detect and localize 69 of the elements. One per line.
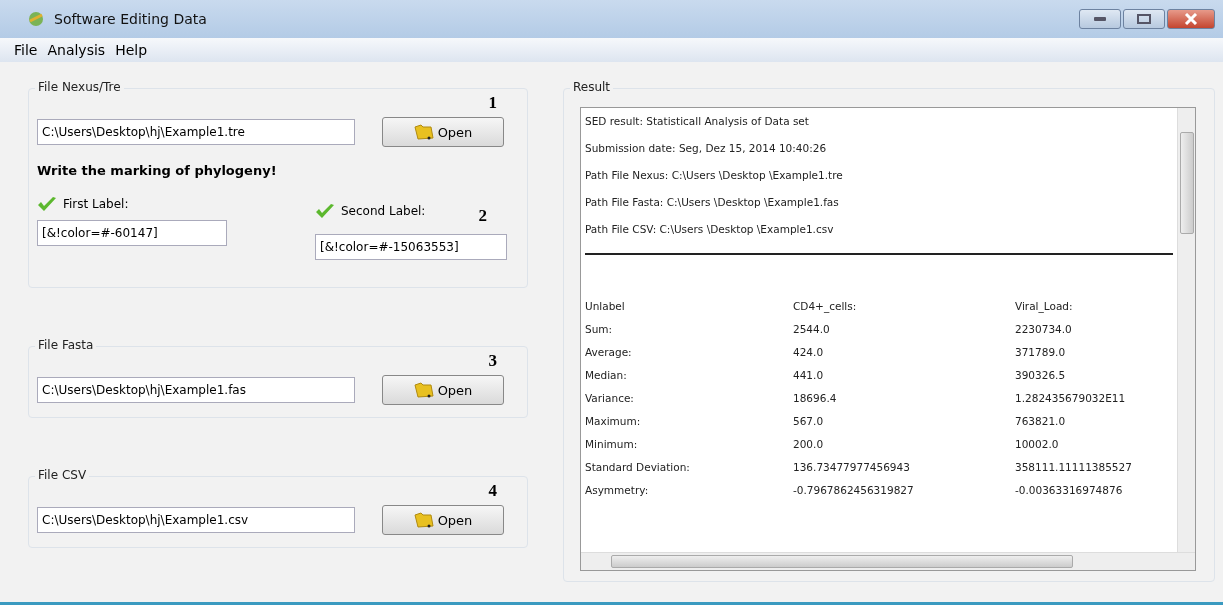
table-cell-text: 371789.0 (1015, 346, 1067, 358)
table-cell-text: 567.0 (792, 415, 825, 427)
maximize-button[interactable] (1123, 9, 1165, 29)
callout-number: 3 (488, 351, 497, 371)
open-button[interactable]: Open (382, 505, 504, 535)
field-label: First Label: (63, 197, 129, 211)
table-cell-text: 2544.0 (792, 323, 831, 335)
folder-icon (413, 512, 434, 528)
row-label: Maximum: (585, 415, 642, 427)
folder-icon (413, 382, 434, 398)
table-cell-text: 2230734.0 (1015, 323, 1073, 335)
group-title: File CSV (35, 468, 90, 482)
row-label: Standard Deviation: (585, 461, 691, 473)
open-button[interactable]: Open (382, 375, 504, 405)
minimize-button[interactable] (1079, 9, 1121, 29)
file-path-field[interactable]: C:\Users\Desktop\hj\Example1.csv (37, 507, 355, 533)
result-line: Path File Fasta: C:\Users \Desktop \Example1.fas (585, 195, 840, 210)
folder-icon (413, 124, 434, 140)
table-cell-text: 18696.4 (792, 392, 838, 404)
table-cell-text: 441.0 (792, 369, 825, 381)
table-cell-text: -0.7967862456319827 (792, 484, 915, 496)
table-cell-text: 136.73477977456943 (792, 461, 911, 473)
menu-item[interactable]: File (14, 42, 38, 58)
callout-number: 1 (488, 93, 497, 113)
window-title: Software Editing Data (54, 11, 207, 27)
table-cell-text: 1.282435679032E11 (1015, 392, 1127, 404)
column-header: Unlabel (585, 300, 626, 312)
open-button[interactable]: Open (382, 117, 504, 147)
file-path-field[interactable]: C:\Users\Desktop\hj\Example1.fas (37, 377, 355, 403)
label-field[interactable]: [&!color=#-15063553] (315, 234, 507, 260)
close-icon (1184, 13, 1198, 25)
row-label: Asymmetry: (585, 484, 650, 496)
table-cell-text: 10002.0 (1015, 438, 1060, 450)
group-title: File Fasta (35, 338, 97, 352)
label-field[interactable]: [&!color=#-60147] (37, 220, 227, 246)
column-header: CD4+_cells: (792, 300, 858, 312)
row-label: Variance: (585, 392, 635, 404)
horizontal-scrollbar[interactable] (581, 552, 1195, 570)
callout-number: 4 (488, 481, 497, 501)
app-icon (26, 9, 46, 29)
row-label: Median: (585, 369, 628, 381)
close-button[interactable] (1167, 9, 1215, 29)
vertical-scrollbar[interactable] (1177, 108, 1195, 553)
menu-item[interactable]: Analysis (47, 42, 106, 58)
result-line: Path File Nexus: C:\Users \Desktop \Example1.tre (585, 168, 844, 183)
table-cell-text: 358111.11111385527 (1015, 461, 1133, 473)
row-label: Sum: (585, 323, 614, 335)
column-header: Viral_Load: (1015, 300, 1074, 312)
row-label: Minimum: (585, 438, 639, 450)
table-cell-text: 200.0 (792, 438, 825, 450)
result-line: SED result: Statisticall Analysis of Data set (585, 114, 810, 129)
menu-item[interactable]: Help (115, 42, 148, 58)
checkmark-icon (315, 203, 335, 219)
file-path-field[interactable]: C:\Users\Desktop\hj\Example1.tre (37, 119, 355, 145)
maximize-icon (1137, 14, 1151, 24)
callout-number: 2 (478, 206, 487, 226)
group-title: File Nexus/Tre (35, 80, 124, 94)
group-title: Result (570, 80, 614, 94)
table-cell-text: 424.0 (792, 346, 825, 358)
result-line: Submission date: Seg, Dez 15, 2014 10:40:26 (585, 141, 828, 156)
field-label: Second Label: (341, 204, 426, 218)
table-cell-text: -0.00363316974876 (1015, 484, 1124, 496)
row-label: Average: (585, 346, 633, 358)
table-cell-text: 763821.0 (1015, 415, 1067, 427)
minimize-icon (1093, 16, 1107, 22)
instruction-text: Write the marking of phylogeny! (37, 163, 278, 178)
checkmark-icon (37, 196, 57, 212)
result-line: Path File CSV: C:\Users \Desktop \Example1.csv (585, 222, 835, 237)
table-cell-text: 390326.5 (1015, 369, 1067, 381)
